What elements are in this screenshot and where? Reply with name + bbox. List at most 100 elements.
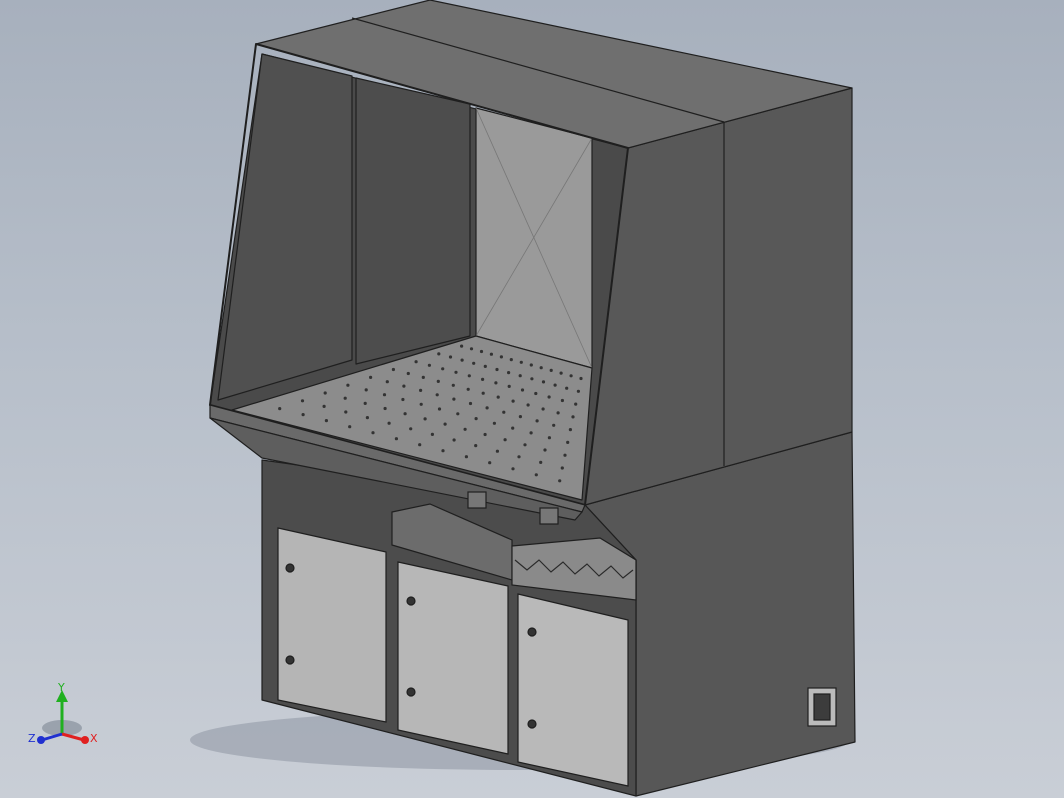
- perforation-hole: [502, 410, 506, 414]
- perforation-hole: [534, 391, 538, 396]
- perforation-hole: [300, 399, 305, 403]
- door-knob-left-bottom: [285, 655, 295, 665]
- duct-stub-left: [467, 491, 487, 509]
- perforation-hole: [571, 415, 575, 419]
- door-knob-right-bottom: [527, 719, 537, 729]
- perforation-hole: [563, 453, 567, 457]
- perforation-hole: [324, 419, 328, 423]
- perforation-hole: [511, 399, 515, 403]
- perforation-hole: [492, 421, 496, 425]
- perforation-hole: [574, 402, 578, 406]
- perforation-hole: [435, 393, 439, 397]
- perforation-hole: [387, 421, 391, 425]
- perforation-hole: [565, 386, 569, 390]
- perforation-hole: [456, 412, 460, 416]
- perforation-hole: [481, 377, 485, 381]
- side-access-port-opening: [813, 693, 831, 721]
- perforation-hole: [568, 428, 573, 432]
- perforation-hole: [437, 352, 441, 356]
- perforation-hole: [553, 383, 557, 387]
- cabinet-door-left[interactable]: [277, 527, 387, 723]
- perforation-hole: [323, 391, 327, 395]
- perforation-hole: [430, 432, 434, 436]
- cabinet-door-center[interactable]: [397, 561, 509, 755]
- perforation-hole: [452, 438, 456, 442]
- perforation-hole: [560, 466, 564, 470]
- perforation-hole: [419, 388, 423, 392]
- perforation-hole: [437, 407, 442, 411]
- perforation-hole: [403, 412, 407, 416]
- perforation-hole: [364, 388, 368, 392]
- perforation-hole: [541, 380, 546, 384]
- perforation-hole: [479, 349, 484, 354]
- cad-viewport[interactable]: Y X Z: [0, 0, 1064, 798]
- cabinet-door-right[interactable]: [517, 593, 629, 787]
- perforation-hole: [530, 377, 534, 381]
- perforation-hole: [421, 375, 425, 379]
- perforation-hole: [529, 363, 533, 367]
- perforation-hole: [346, 383, 350, 387]
- perforation-hole: [383, 406, 387, 411]
- perforation-hole: [483, 364, 487, 368]
- perforation-hole: [436, 379, 440, 383]
- perforation-hole: [543, 448, 547, 452]
- hood-back-center-panel: [355, 77, 471, 365]
- perforation-hole: [448, 355, 453, 359]
- door-knob-center-top: [406, 596, 416, 606]
- perforation-hole: [343, 396, 347, 400]
- perforation-hole: [517, 455, 521, 459]
- perforation-hole: [474, 444, 478, 448]
- perforation-hole: [402, 384, 406, 388]
- perforation-hole: [507, 384, 511, 388]
- perforation-hole: [489, 352, 493, 356]
- perforation-hole: [549, 368, 553, 372]
- door-knob-right-top: [527, 627, 537, 637]
- perforation-hole: [559, 371, 563, 375]
- perforation-hole: [441, 449, 445, 453]
- perforation-hole: [556, 411, 560, 415]
- perforation-hole: [382, 393, 387, 397]
- perforation-hole: [520, 388, 525, 392]
- perforation-hole: [539, 460, 543, 464]
- perforation-hole: [519, 360, 523, 364]
- perforation-hole: [414, 360, 418, 364]
- view-orientation-triad[interactable]: Y X Z: [28, 681, 98, 745]
- perforation-hole: [485, 406, 489, 410]
- perforation-hole: [495, 367, 499, 372]
- perforation-hole: [427, 363, 431, 367]
- perforation-hole: [507, 371, 511, 375]
- perforation-hole: [385, 380, 389, 384]
- perforation-hole: [518, 415, 523, 419]
- perforation-hole: [467, 374, 471, 378]
- door-knob-center-bottom: [406, 687, 416, 697]
- perforation-hole: [547, 395, 551, 399]
- perforation-hole: [534, 473, 538, 477]
- perforation-hole: [569, 374, 573, 378]
- perforation-hole: [518, 374, 522, 378]
- perforation-hole: [469, 347, 474, 351]
- perforation-hole: [560, 398, 565, 403]
- perforation-hole: [509, 358, 513, 362]
- perforation-hole: [535, 419, 539, 423]
- perforation-hole: [365, 416, 369, 420]
- perforation-hole: [511, 426, 515, 430]
- perforation-hole: [494, 381, 498, 385]
- perforation-hole: [474, 417, 478, 421]
- perforation-hole: [419, 402, 423, 406]
- perforation-hole: [463, 427, 467, 431]
- perforation-hole: [468, 401, 473, 406]
- perforation-hole: [394, 437, 398, 441]
- perforation-hole: [322, 404, 326, 408]
- perforation-hole: [472, 361, 476, 365]
- perforation-hole: [363, 401, 367, 405]
- perforation-hole: [451, 383, 455, 387]
- perforation-hole: [526, 403, 530, 407]
- perforation-hole: [452, 397, 456, 401]
- triad-z-end: [37, 736, 45, 744]
- perforation-hole: [552, 423, 556, 427]
- perforation-hole: [348, 425, 352, 429]
- perforation-hole: [481, 391, 485, 395]
- perforation-hole: [406, 371, 410, 376]
- perforation-hole: [579, 376, 583, 381]
- perforation-hole: [391, 367, 395, 372]
